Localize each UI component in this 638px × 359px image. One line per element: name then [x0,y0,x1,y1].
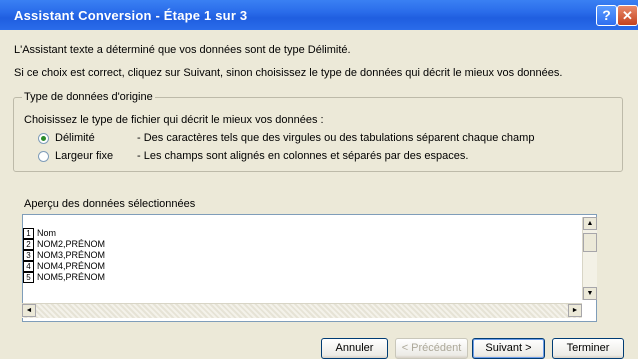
preview-row: NOM5,PRÉNOM [37,272,106,282]
previous-button[interactable]: < Précédent [395,338,468,359]
scroll-left-button[interactable]: ◄ [22,304,36,317]
intro-line-1: L'Assistant texte a déterminé que vos do… [14,44,351,56]
delimited-radio-label[interactable]: Délimité [55,132,95,144]
original-type-prompt: Choisissez le type de fichier qui décrit… [24,114,324,126]
help-button[interactable]: ? [596,5,617,26]
original-type-legend: Type de données d'origine [22,91,155,103]
row-number: 4 [23,261,34,272]
scroll-thumb[interactable] [583,233,597,252]
row-number: 3 [23,250,34,261]
title-bar: Assistant Conversion - Étape 1 sur 3 ? ✕ [0,0,638,30]
cancel-button[interactable]: Annuler [321,338,388,359]
close-button[interactable]: ✕ [617,5,638,26]
row-number: 2 [23,239,34,250]
fixed-width-description: - Les champs sont alignés en colonnes et… [137,150,469,162]
scroll-right-button[interactable]: ► [568,304,582,317]
preview-row: NOM4,PRÉNOM [37,261,106,271]
next-button[interactable]: Suivant > [472,338,545,359]
finish-button[interactable]: Terminer [552,338,624,359]
intro-line-2: Si ce choix est correct, cliquez sur Sui… [14,67,563,79]
horizontal-scrollbar[interactable]: ◄ ► [22,303,582,318]
preview-row: NOM3,PRÉNOM [37,250,106,260]
preview-row: NOM2,PRÉNOM [37,239,106,249]
scroll-up-button[interactable]: ▲ [583,217,597,230]
preview-row: Nom [37,228,57,238]
delimited-radio[interactable] [38,133,49,144]
preview-label: Aperçu des données sélectionnées [24,198,196,210]
delimited-description: - Des caractères tels que des virgules o… [137,132,535,144]
scroll-down-button[interactable]: ▼ [583,287,597,300]
vertical-scrollbar[interactable]: ▲ ▼ [582,217,597,300]
window-title: Assistant Conversion - Étape 1 sur 3 [14,8,248,23]
fixed-width-radio-label[interactable]: Largeur fixe [55,150,113,162]
fixed-width-radio[interactable] [38,151,49,162]
row-number: 1 [23,228,34,239]
row-number: 5 [23,272,34,283]
